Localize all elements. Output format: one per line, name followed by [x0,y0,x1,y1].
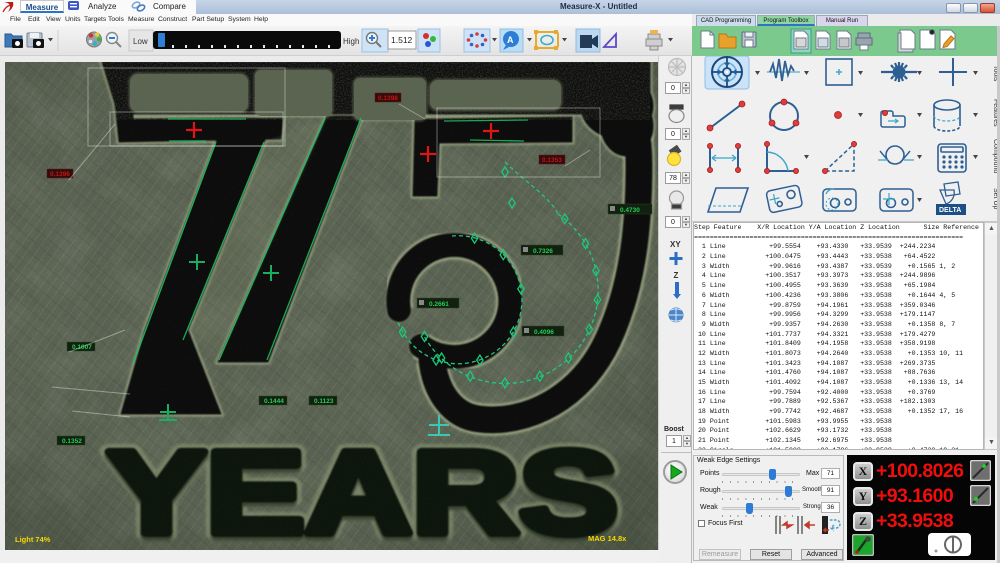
svg-text:0.1444: 0.1444 [264,398,284,405]
svg-text:Z: Z [674,271,679,280]
svg-text:MAG 14.8x: MAG 14.8x [588,534,627,543]
svg-text:1.512: 1.512 [391,35,413,45]
svg-text:0.2661: 0.2661 [429,301,449,308]
svg-text:Low: Low [133,37,148,46]
svg-text:DELTA: DELTA [939,207,961,214]
svg-text:0.1352: 0.1352 [62,438,82,445]
svg-text:A: A [507,35,514,45]
svg-text:High: High [343,37,359,46]
svg-text:0.4730: 0.4730 [620,207,640,214]
svg-text:Boost: Boost [664,426,685,433]
svg-text:0.1396: 0.1396 [50,171,70,178]
svg-text:0.4096: 0.4096 [534,329,554,336]
svg-text:Light 74%: Light 74% [15,535,51,544]
svg-text:0.1353: 0.1353 [542,157,562,164]
svg-text:0.7326: 0.7326 [533,248,553,255]
svg-text:0.1123: 0.1123 [314,398,334,405]
svg-text:XY: XY [670,240,681,249]
svg-text:0.1398: 0.1398 [378,95,398,102]
